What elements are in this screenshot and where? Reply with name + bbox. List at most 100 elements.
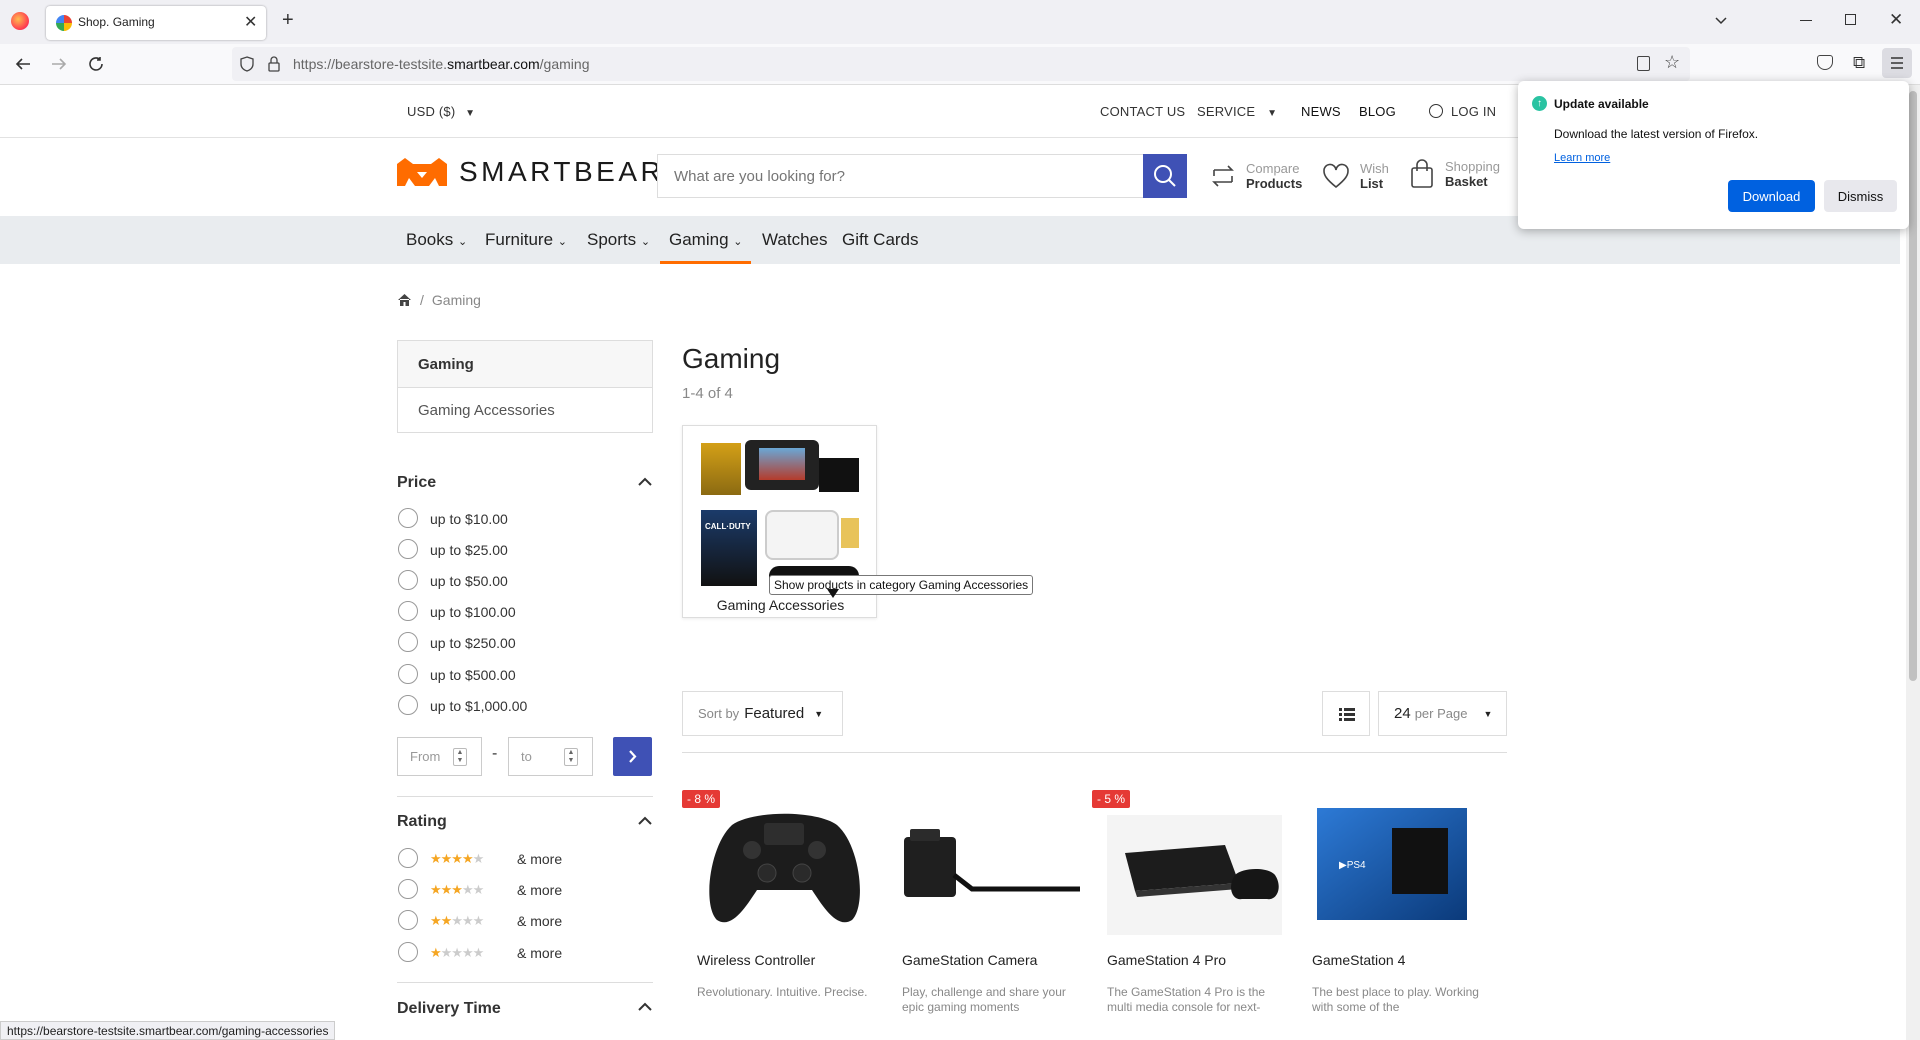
price-radio[interactable] xyxy=(398,508,418,528)
price-radio[interactable] xyxy=(398,539,418,559)
reload-icon[interactable] xyxy=(87,55,105,73)
sidebar-category-title[interactable]: Gaming xyxy=(397,340,653,388)
new-tab-icon[interactable]: + xyxy=(282,9,294,32)
chevron-down-icon: ⌄ xyxy=(457,236,468,248)
contact-us-link[interactable]: CONTACT US xyxy=(1100,104,1185,119)
range-dash: - xyxy=(492,745,498,762)
chevron-up-icon[interactable] xyxy=(638,1002,652,1012)
download-button[interactable]: Download xyxy=(1728,180,1815,212)
reader-view-icon[interactable] xyxy=(1637,56,1650,71)
chevron-down-icon: ⌄ xyxy=(733,236,743,248)
price-option-label: up to $100.00 xyxy=(430,604,516,620)
search-input[interactable] xyxy=(658,155,1143,197)
blog-link[interactable]: BLOG xyxy=(1359,104,1396,119)
app-menu-icon[interactable] xyxy=(1882,48,1912,78)
learn-more-link[interactable]: Learn more xyxy=(1554,152,1610,164)
service-menu[interactable]: SERVICE ▼ xyxy=(1197,104,1277,119)
firefox-logo-icon[interactable] xyxy=(11,12,29,30)
minimize-icon[interactable] xyxy=(1800,20,1812,21)
scrollbar-thumb[interactable] xyxy=(1909,91,1917,681)
nav-watches[interactable]: Watches xyxy=(762,230,828,250)
shopping-basket[interactable]: Shopping Basket xyxy=(1409,159,1500,189)
delivery-time-heading[interactable]: Delivery Time xyxy=(397,1000,501,1018)
popup-title: Update available xyxy=(1554,97,1649,111)
home-icon[interactable] xyxy=(397,293,412,307)
list-view-button[interactable] xyxy=(1322,691,1370,736)
rating-radio[interactable] xyxy=(398,879,418,899)
breadcrumb: / Gaming xyxy=(397,292,481,308)
product-name[interactable]: Wireless Controller xyxy=(697,952,815,968)
bear-logo-icon xyxy=(397,158,447,186)
shield-icon[interactable] xyxy=(240,56,254,72)
category-card-label: Gaming Accessories xyxy=(716,597,845,613)
chevron-up-icon[interactable] xyxy=(638,816,652,826)
rating-radio[interactable] xyxy=(398,848,418,868)
extensions-icon[interactable]: ⧉ xyxy=(1853,53,1865,73)
sort-dropdown[interactable]: Sort by Featured ▼ xyxy=(682,691,843,736)
tab-shop-gaming[interactable]: Shop. Gaming ✕ xyxy=(46,6,266,40)
compare-products[interactable]: Compare Products xyxy=(1210,161,1302,191)
nav-sports[interactable]: Sports ⌄ xyxy=(587,230,650,250)
product-card[interactable]: GameStation Camera Play, challenge and s… xyxy=(887,790,1082,1040)
site-logo[interactable]: SMARTBEAR xyxy=(395,156,664,188)
rating-option-label: & more xyxy=(517,882,563,898)
price-radio[interactable] xyxy=(398,664,418,684)
nav-books[interactable]: Books ⌄ xyxy=(406,230,467,250)
close-window-icon[interactable]: ✕ xyxy=(1889,10,1903,30)
currency-selector[interactable]: USD ($) ▼ xyxy=(407,104,475,119)
dismiss-button[interactable]: Dismiss xyxy=(1824,180,1897,212)
price-radio[interactable] xyxy=(398,570,418,590)
login-link[interactable]: LOG IN xyxy=(1429,104,1496,119)
pocket-icon[interactable] xyxy=(1817,55,1833,70)
chevron-down-icon: ▼ xyxy=(465,108,476,119)
wish-list[interactable]: Wish List xyxy=(1322,161,1389,191)
divider xyxy=(397,982,653,983)
rating-radio[interactable] xyxy=(398,910,418,930)
product-name[interactable]: GameStation 4 xyxy=(1312,952,1405,968)
price-radio[interactable] xyxy=(398,695,418,715)
back-icon[interactable] xyxy=(14,55,32,73)
price-from-input[interactable]: From ▲ ▼ xyxy=(397,737,482,776)
chevron-down-icon: ▼ xyxy=(1267,108,1278,119)
nav-gift-cards[interactable]: Gift Cards xyxy=(842,230,919,250)
product-image-console-pro xyxy=(1107,815,1282,935)
rating-stars-3: ★★★★★ xyxy=(430,882,484,897)
breadcrumb-current[interactable]: Gaming xyxy=(432,292,481,308)
product-image-camera xyxy=(904,829,1080,897)
lock-icon[interactable] xyxy=(268,56,280,72)
price-option-label: up to $1,000.00 xyxy=(430,698,528,714)
page-scrollbar[interactable] xyxy=(1906,85,1920,1040)
price-radio[interactable] xyxy=(398,601,418,621)
svg-text:▶PS4: ▶PS4 xyxy=(1339,860,1366,871)
nav-gaming[interactable]: Gaming ⌄ xyxy=(669,230,742,250)
search-button[interactable] xyxy=(1143,154,1187,198)
product-card[interactable]: - 5 % GameStation 4 Pro The GameStation … xyxy=(1092,790,1287,1040)
bookmark-star-icon[interactable]: ☆ xyxy=(1664,52,1680,73)
spinner-icon[interactable]: ▲ ▼ xyxy=(564,748,578,766)
price-to-input[interactable]: to ▲ ▼ xyxy=(508,737,593,776)
rating-heading[interactable]: Rating xyxy=(397,813,447,831)
per-page-dropdown[interactable]: 24 per Page ▼ xyxy=(1378,691,1507,736)
news-link[interactable]: NEWS xyxy=(1301,104,1341,119)
sidebar-item-gaming-accessories[interactable]: Gaming Accessories xyxy=(397,387,653,433)
price-heading[interactable]: Price xyxy=(397,474,436,492)
product-card[interactable]: ▶PS4 GameStation 4 The best place to pla… xyxy=(1297,790,1492,1040)
tab-close-icon[interactable]: ✕ xyxy=(244,12,257,32)
url-bar[interactable]: https://bearstore-testsite.smartbear.com… xyxy=(232,47,1690,81)
product-description: Play, challenge and share your epic gami… xyxy=(902,985,1066,1014)
product-card[interactable]: - 8 % Wireless Controller Revolutionary.… xyxy=(682,790,877,1040)
spinner-icon[interactable]: ▲ ▼ xyxy=(453,748,467,766)
forward-icon[interactable] xyxy=(50,55,68,73)
result-count: 1-4 of 4 xyxy=(682,385,733,402)
price-apply-button[interactable] xyxy=(613,737,652,776)
nav-furniture[interactable]: Furniture ⌄ xyxy=(485,230,567,250)
product-name[interactable]: GameStation 4 Pro xyxy=(1107,952,1226,968)
product-name[interactable]: GameStation Camera xyxy=(902,952,1037,968)
restore-icon[interactable] xyxy=(1845,14,1856,25)
rating-radio[interactable] xyxy=(398,942,418,962)
price-radio[interactable] xyxy=(398,632,418,652)
caret-down-icon: ▼ xyxy=(1483,708,1493,719)
tab-list-chevron-icon[interactable] xyxy=(1713,12,1729,28)
chevron-up-icon[interactable] xyxy=(638,477,652,487)
category-image: CALL·DUTY xyxy=(701,440,861,590)
